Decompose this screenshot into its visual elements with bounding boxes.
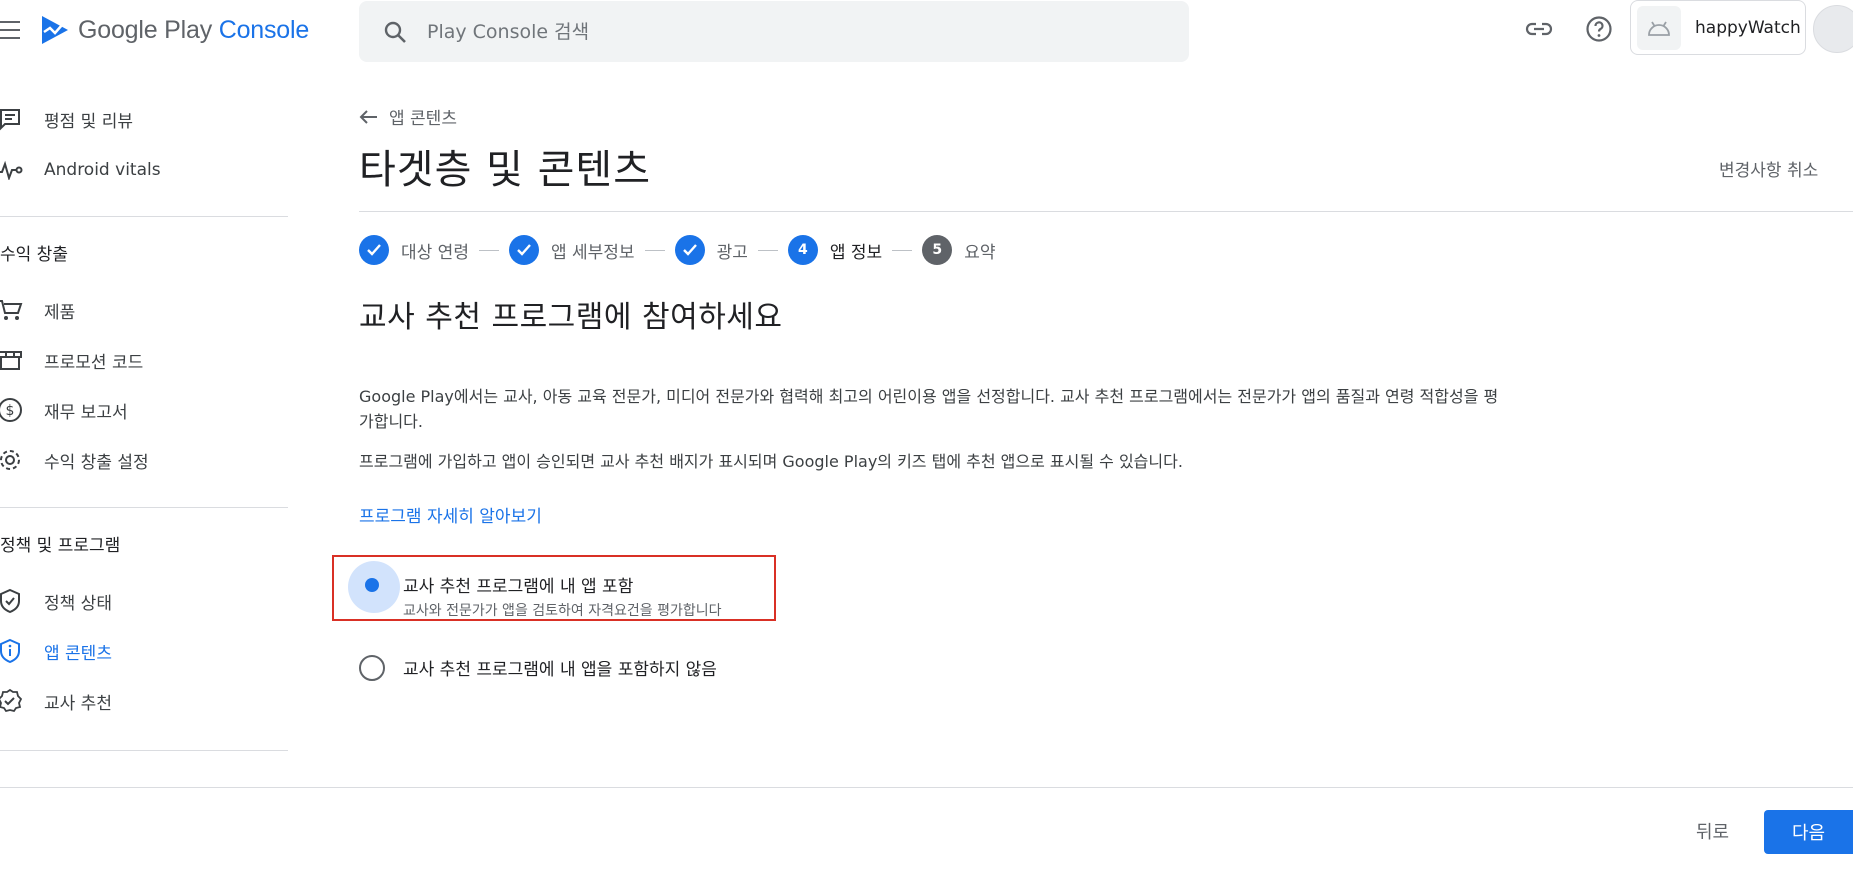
step-number: 5 [922, 235, 953, 265]
step-app-details[interactable]: 앱 세부정보 [508, 235, 635, 265]
android-app-icon [1637, 5, 1681, 50]
step-app-info[interactable]: 4 앱 정보 [787, 235, 882, 265]
sidebar-nav: 평점 및 리뷰 Android vitals 수익 창출 제품 프로모션 코드 … [0, 64, 290, 784]
link-icon[interactable] [1524, 14, 1554, 44]
radio-label: 교사 추천 프로그램에 내 앱을 포함하지 않음 [403, 660, 717, 680]
header-divider [359, 211, 1853, 212]
check-icon [359, 235, 389, 265]
back-button[interactable]: 뒤로 [1696, 818, 1729, 844]
arrow-back-icon[interactable] [359, 109, 379, 125]
search-input[interactable] [427, 20, 1127, 43]
top-app-bar: Google Play Console happyWatch [0, 0, 1853, 64]
dollar-icon: $ [0, 396, 24, 424]
description-paragraph: Google Play에서는 교사, 아동 교육 전문가, 미디어 전문가와 협… [359, 387, 1499, 431]
learn-more-link[interactable]: 프로그램 자세히 알아보기 [359, 502, 542, 527]
step-connector [757, 249, 778, 251]
app-switcher[interactable]: happyWatch [1630, 0, 1806, 55]
logo-text: Google Play Console [78, 15, 310, 44]
search-icon[interactable] [383, 20, 407, 44]
avatar[interactable] [1813, 5, 1853, 53]
next-button[interactable]: 다음 [1764, 810, 1853, 854]
step-ads[interactable]: 광고 [674, 235, 748, 265]
step-connector [892, 249, 913, 251]
gear-icon [0, 446, 24, 474]
step-connector [644, 249, 665, 251]
vitals-icon [0, 156, 24, 184]
play-console-logo[interactable]: Google Play Console [40, 14, 309, 46]
step-summary[interactable]: 5 요약 [922, 235, 995, 265]
nav-section-monetize: 수익 창출 [0, 245, 68, 265]
nav-section-policy: 정책 및 프로그램 [0, 536, 121, 556]
cart-icon [0, 296, 24, 324]
radio-button[interactable] [359, 655, 385, 681]
menu-icon[interactable] [0, 18, 24, 42]
search-bar[interactable] [359, 1, 1189, 62]
check-icon [674, 235, 705, 265]
main-content: 앱 콘텐츠 타겟층 및 콘텐츠 변경사항 취소 대상 연령 앱 세부정보 광고 … [348, 64, 1853, 784]
nav-divider [0, 216, 288, 217]
shield-info-icon [0, 637, 24, 665]
svg-text:$: $ [6, 403, 15, 419]
discard-changes-button[interactable]: 변경사항 취소 [1719, 156, 1818, 181]
step-target-age[interactable]: 대상 연령 [359, 235, 469, 265]
step-connector [478, 249, 499, 251]
step-number: 4 [787, 235, 818, 265]
page-title: 타겟층 및 콘텐츠 [359, 147, 652, 193]
play-logo-icon [42, 16, 68, 44]
annotation-highlight-box [332, 555, 776, 621]
stepper: 대상 연령 앱 세부정보 광고 4 앱 정보 5 요약 [359, 234, 995, 266]
nav-divider [0, 750, 288, 751]
badge-icon [0, 687, 24, 715]
description-paragraph: 프로그램에 가입하고 앱이 승인되면 교사 추천 배지가 표시되며 Google… [359, 452, 1183, 471]
section-title: 교사 추천 프로그램에 참여하세요 [359, 300, 783, 335]
nav-divider [0, 507, 288, 508]
radio-option-exclude[interactable]: 교사 추천 프로그램에 내 앱을 포함하지 않음 [359, 655, 717, 681]
shield-check-icon [0, 587, 24, 615]
help-icon[interactable] [1584, 14, 1614, 44]
check-icon [508, 235, 539, 265]
breadcrumb[interactable]: 앱 콘텐츠 [359, 104, 457, 129]
footer-bar: 뒤로 다음 [0, 787, 1853, 873]
app-name: happyWatch [1695, 17, 1801, 38]
store-icon [0, 346, 24, 374]
reviews-icon [0, 105, 24, 133]
